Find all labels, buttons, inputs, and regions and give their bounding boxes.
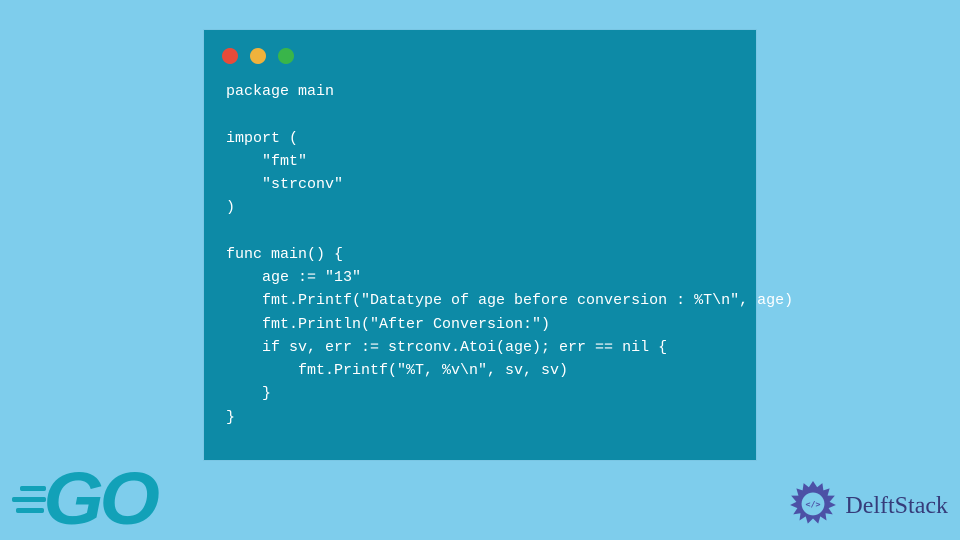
go-logo: GO xyxy=(6,462,153,536)
code-line: } xyxy=(226,385,271,402)
delftstack-wordmark: DelftStack xyxy=(845,493,948,520)
code-block: package main import ( "fmt" "strconv" ) … xyxy=(204,74,756,435)
maximize-dot-icon xyxy=(278,48,294,64)
code-line: func main() { xyxy=(226,246,343,263)
code-line: if sv, err := strconv.Atoi(age); err == … xyxy=(226,339,667,356)
code-line: import ( xyxy=(226,130,298,147)
delftstack-logo: </> DelftStack xyxy=(787,480,948,532)
code-window: package main import ( "fmt" "strconv" ) … xyxy=(204,30,756,460)
code-line: fmt.Printf("%T, %v\n", sv, sv) xyxy=(226,362,568,379)
code-line: "fmt" xyxy=(226,153,307,170)
code-line: fmt.Printf("Datatype of age before conve… xyxy=(226,292,793,309)
code-line: package main xyxy=(226,83,334,100)
svg-text:</>: </> xyxy=(806,499,821,509)
code-line: ) xyxy=(226,199,235,216)
code-line: age := "13" xyxy=(226,269,361,286)
code-line: "strconv" xyxy=(226,176,343,193)
minimize-dot-icon xyxy=(250,48,266,64)
go-wordmark: GO xyxy=(43,462,155,536)
gear-icon: </> xyxy=(787,480,839,532)
window-traffic-lights xyxy=(204,30,756,74)
close-dot-icon xyxy=(222,48,238,64)
code-line: } xyxy=(226,409,235,426)
speed-lines-icon xyxy=(6,486,46,519)
code-line: fmt.Println("After Conversion:") xyxy=(226,316,550,333)
